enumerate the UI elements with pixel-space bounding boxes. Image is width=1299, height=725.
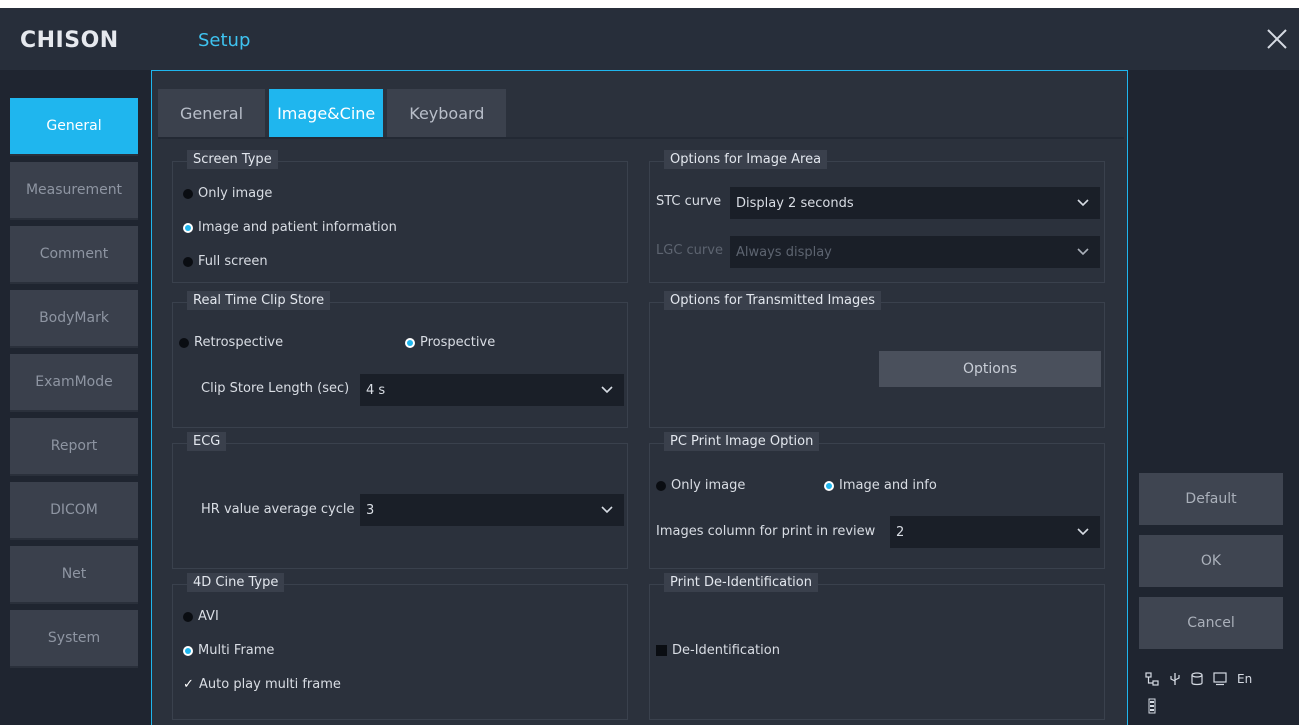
title-bar: CHISON Setup xyxy=(0,8,1299,70)
page-title: Setup xyxy=(198,30,251,51)
ok-button[interactable]: OK xyxy=(1139,535,1283,587)
radio-selected-icon xyxy=(405,337,415,348)
screen-type-group: Screen Type Only image Image and patient… xyxy=(172,150,628,283)
auto-play-checkbox[interactable]: ✓ Auto play multi frame xyxy=(183,677,341,692)
tab-divider xyxy=(158,137,1124,139)
storage-icon xyxy=(1191,672,1203,686)
radio-icon xyxy=(183,188,193,199)
screen-type-only-image-radio[interactable]: Only image xyxy=(183,186,272,201)
cine-type-multi-frame-radio[interactable]: Multi Frame xyxy=(183,643,274,658)
sidebar-item-bodymark[interactable]: BodyMark xyxy=(10,290,138,348)
chevron-down-icon xyxy=(601,506,613,514)
tab-bar: General Image&Cine Keyboard xyxy=(158,89,510,137)
lgc-curve-label: LGC curve xyxy=(656,243,723,258)
deid-checkbox[interactable]: De-Identification xyxy=(656,643,780,658)
radio-selected-icon xyxy=(183,222,193,233)
print-columns-select[interactable]: 2 xyxy=(890,516,1100,548)
chevron-down-icon xyxy=(1077,528,1089,536)
sidebar-item-measurement[interactable]: Measurement xyxy=(10,162,138,220)
tab-keyboard[interactable]: Keyboard xyxy=(387,89,507,137)
radio-icon xyxy=(183,611,193,622)
radio-selected-icon xyxy=(183,645,193,656)
pc-print-group: PC Print Image Option Only image Image a… xyxy=(649,432,1105,569)
status-bar: En xyxy=(1145,672,1264,686)
sidebar-item-exammode[interactable]: ExamMode xyxy=(10,354,138,412)
sidebar-item-comment[interactable]: Comment xyxy=(10,226,138,284)
sidebar-item-dicom[interactable]: DICOM xyxy=(10,482,138,540)
usb-icon xyxy=(1170,673,1180,685)
clip-store-length-select[interactable]: 4 s xyxy=(360,374,624,406)
group-title: Options for Image Area xyxy=(664,150,828,169)
top-strip xyxy=(0,0,1299,8)
chevron-down-icon xyxy=(1077,248,1089,256)
pc-print-image-info-radio[interactable]: Image and info xyxy=(824,478,937,493)
default-button[interactable]: Default xyxy=(1139,473,1283,525)
print-columns-label: Images column for print in review xyxy=(656,524,876,539)
group-title: PC Print Image Option xyxy=(664,432,820,451)
network-icon xyxy=(1145,672,1159,686)
sidebar-item-report[interactable]: Report xyxy=(10,418,138,476)
screen-type-image-patient-radio[interactable]: Image and patient information xyxy=(183,220,397,235)
hr-average-select[interactable]: 3 xyxy=(360,494,624,526)
stc-curve-select[interactable]: Display 2 seconds xyxy=(730,187,1100,219)
cine-type-avi-radio[interactable]: AVI xyxy=(183,609,219,624)
group-title: Print De-Identification xyxy=(664,573,818,592)
options-button[interactable]: Options xyxy=(879,351,1101,387)
clip-store-retrospective-radio[interactable]: Retrospective xyxy=(179,335,283,350)
sidebar-item-general[interactable]: General xyxy=(10,98,138,156)
radio-icon xyxy=(183,256,193,267)
clip-store-length-label: Clip Store Length (sec) xyxy=(201,381,350,396)
group-title: Options for Transmitted Images xyxy=(664,291,881,310)
close-icon[interactable] xyxy=(1262,24,1292,54)
stc-curve-label: STC curve xyxy=(656,194,722,209)
pc-print-only-image-radio[interactable]: Only image xyxy=(656,478,745,493)
deid-group: Print De-Identification De-Identificatio… xyxy=(649,573,1105,720)
group-title: ECG xyxy=(187,432,227,451)
clip-store-group: Real Time Clip Store Retrospective Prosp… xyxy=(172,291,628,428)
language-indicator: En xyxy=(1237,672,1253,686)
settings-panel: General Image&Cine Keyboard Screen Type … xyxy=(151,70,1128,725)
group-title: Real Time Clip Store xyxy=(187,291,331,310)
cancel-button[interactable]: Cancel xyxy=(1139,597,1283,649)
group-title: Screen Type xyxy=(187,150,278,169)
screen-type-full-screen-radio[interactable]: Full screen xyxy=(183,254,268,269)
battery-icon xyxy=(1148,698,1156,714)
monitor-icon xyxy=(1213,672,1227,686)
sidebar-item-system[interactable]: System xyxy=(10,610,138,668)
radio-selected-icon xyxy=(824,480,834,491)
tab-image-cine[interactable]: Image&Cine xyxy=(269,89,384,137)
image-area-group: Options for Image Area STC curve Display… xyxy=(649,150,1105,283)
tab-general[interactable]: General xyxy=(158,89,266,137)
checkmark-icon: ✓ xyxy=(183,677,194,692)
hr-average-label: HR value average cycle xyxy=(201,502,355,517)
chevron-down-icon xyxy=(601,386,613,394)
ecg-group: ECG HR value average cycle 3 xyxy=(172,432,628,569)
group-title: 4D Cine Type xyxy=(187,573,285,592)
chison-logo: CHISON xyxy=(20,28,119,53)
transmitted-group: Options for Transmitted Images Options xyxy=(649,291,1105,428)
checkbox-icon xyxy=(656,645,667,656)
clip-store-prospective-radio[interactable]: Prospective xyxy=(405,335,495,350)
lgc-curve-select: Always display xyxy=(730,236,1100,268)
chevron-down-icon xyxy=(1077,199,1089,207)
sidebar-item-net[interactable]: Net xyxy=(10,546,138,604)
cine-type-group: 4D Cine Type AVI Multi Frame ✓ Auto play … xyxy=(172,573,628,720)
radio-icon xyxy=(656,480,666,491)
radio-icon xyxy=(179,337,189,348)
